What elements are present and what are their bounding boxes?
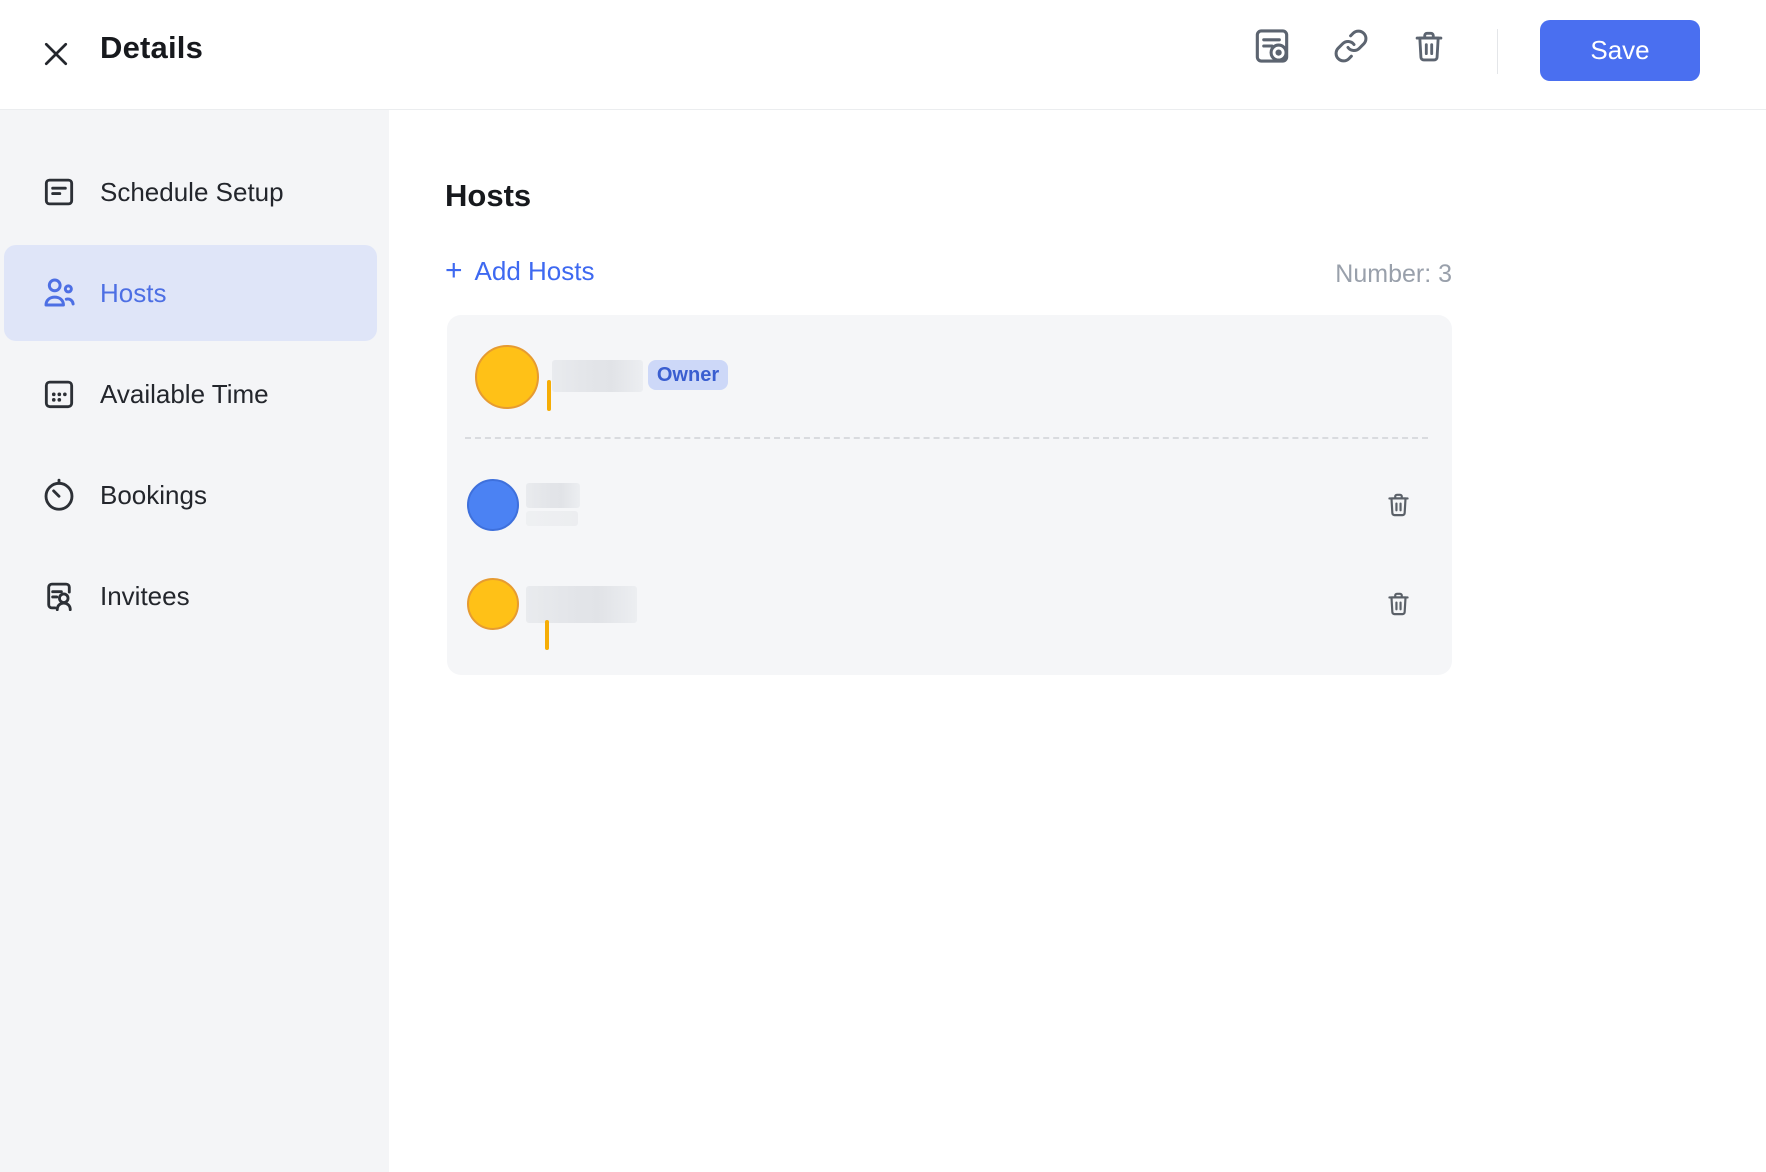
avatar: [467, 578, 519, 630]
form-preview-icon[interactable]: [1250, 24, 1294, 68]
owner-badge: Owner: [648, 360, 728, 390]
link-icon[interactable]: [1333, 28, 1369, 64]
sidebar-item-available-time[interactable]: Available Time: [4, 346, 377, 442]
form-icon: [40, 173, 78, 211]
sidebar-item-label: Schedule Setup: [100, 177, 284, 208]
redacted-host-name: [526, 586, 637, 623]
sidebar-item-label: Bookings: [100, 480, 207, 511]
sidebar-item-schedule-setup[interactable]: Schedule Setup: [4, 144, 377, 240]
sidebar-item-label: Available Time: [100, 379, 269, 410]
row-separator: [465, 437, 1428, 439]
trash-icon[interactable]: [1410, 27, 1448, 65]
sidebar-item-hosts[interactable]: Hosts: [4, 245, 377, 341]
header-divider: [1497, 29, 1498, 74]
invitee-card-icon: [40, 577, 78, 615]
redacted-host-name: [552, 360, 643, 392]
sidebar-item-invitees[interactable]: Invitees: [4, 548, 377, 644]
plus-icon: +: [445, 256, 463, 286]
avatar: [467, 479, 519, 531]
calendar-icon: [40, 375, 78, 413]
cursor-mark: [547, 380, 551, 411]
cursor-mark: [545, 620, 549, 650]
host-count: Number: 3: [1335, 260, 1452, 289]
hosts-card: Owner: [447, 315, 1452, 675]
redacted-host-name: [526, 511, 578, 526]
redacted-host-name: [526, 483, 580, 508]
sidebar-item-label: Invitees: [100, 581, 190, 612]
header: Details Save: [0, 0, 1766, 110]
stopwatch-icon: [40, 476, 78, 514]
sidebar: Schedule Setup Hosts Available Time Book…: [0, 110, 389, 1172]
sidebar-item-bookings[interactable]: Bookings: [4, 447, 377, 543]
delete-host-icon[interactable]: [1383, 588, 1413, 618]
save-button[interactable]: Save: [1540, 20, 1700, 81]
add-hosts-label: Add Hosts: [475, 256, 595, 287]
delete-host-icon[interactable]: [1383, 489, 1413, 519]
users-icon: [40, 274, 78, 312]
page-title: Details: [100, 30, 203, 66]
avatar: [475, 345, 539, 409]
add-hosts-button[interactable]: + Add Hosts: [445, 256, 594, 287]
section-title: Hosts: [445, 178, 531, 214]
sidebar-item-label: Hosts: [100, 278, 166, 309]
close-icon[interactable]: [36, 34, 76, 74]
